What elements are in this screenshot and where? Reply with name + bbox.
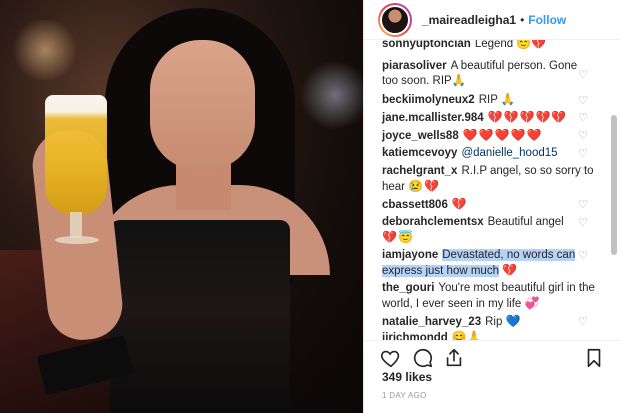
comment-emoji: 💔💔💔💔💔 xyxy=(487,110,568,124)
comment-emoji: 🙏 xyxy=(451,75,467,87)
comment-item: beckiimolyneux2 RIP 🙏 xyxy=(382,93,596,108)
comment-username[interactable]: jane.mcallister.984 xyxy=(382,112,484,124)
post-sidebar: _maireadleigha1 • Follow sonnyuptoncian L… xyxy=(363,0,620,413)
comment-text: RIP xyxy=(478,94,498,106)
comment-emoji: 💞 xyxy=(524,296,540,310)
face xyxy=(150,40,255,170)
follow-button[interactable]: Follow xyxy=(528,13,566,27)
comment-item: sonnyuptoncian Legend 😇💔 xyxy=(382,40,596,52)
comment-username[interactable]: katiemcevoyy xyxy=(382,147,457,159)
comment-like-icon[interactable]: ♡ xyxy=(577,95,589,107)
comment-emoji: 💙 xyxy=(505,314,521,328)
comment-like-icon[interactable]: ♡ xyxy=(577,130,589,142)
comment-item: jane.mcallister.984 💔💔💔💔💔 xyxy=(382,110,596,126)
comment-like-icon[interactable]: ♡ xyxy=(577,69,589,81)
beer-glass-base xyxy=(55,236,99,244)
background-light xyxy=(300,60,363,130)
comment-emoji: 🙏 xyxy=(500,94,516,106)
comment-item: rachelgrant_x R.I.P angel, so so sorry to… xyxy=(382,164,596,195)
comment-username[interactable]: piarasoliver xyxy=(382,60,447,72)
comment-item: iamjayone Devastated, no words can expres… xyxy=(382,248,596,279)
comment-emoji: 💔😇 xyxy=(382,230,414,244)
comment-emoji: 😊🙏 xyxy=(451,330,482,340)
post-actions: 349 likes 1 DAY AGO xyxy=(364,340,620,413)
comments-scrollbar-thumb[interactable] xyxy=(611,115,617,255)
comment-like-icon[interactable]: ♡ xyxy=(577,199,589,211)
comment-username[interactable]: iamjayone xyxy=(382,249,438,261)
comment-item: natalie_harvey_23 Rip 💙 xyxy=(382,314,596,330)
comment-item: piarasoliver A beautiful person. Gone too… xyxy=(382,59,596,89)
comment-emoji: 💔 xyxy=(502,263,519,277)
comment-emoji: ❤️❤️❤️❤️❤️ xyxy=(462,128,543,142)
comment-username[interactable]: sonnyuptoncian xyxy=(382,40,471,50)
background-light xyxy=(10,20,80,80)
comment-mention[interactable]: @danielle_hood15 xyxy=(461,147,557,159)
share-icon[interactable] xyxy=(443,347,465,369)
separator-dot: • xyxy=(520,12,525,27)
comment-text: Legend xyxy=(474,40,514,50)
comment-item: katiemcevoyy @danielle_hood15 xyxy=(382,146,596,161)
comment-text: Beautiful angel xyxy=(487,216,564,228)
comment-text: Rip xyxy=(485,316,503,328)
comment-emoji: 😢💔 xyxy=(408,179,441,193)
comment-username[interactable]: beckiimolyneux2 xyxy=(382,94,475,106)
comment-username[interactable]: rachelgrant_x xyxy=(382,165,457,177)
comment-username[interactable]: the_gouri xyxy=(382,282,434,294)
comment-item: deborahclementsx Beautiful angel 💔😇 xyxy=(382,215,596,246)
avatar-image xyxy=(380,4,410,35)
post-header: _maireadleigha1 • Follow xyxy=(364,0,620,40)
comment-item: the_gouri You're most beautiful girl in t… xyxy=(382,281,596,312)
avatar[interactable] xyxy=(378,2,412,37)
dress xyxy=(110,220,290,413)
comment-like-icon[interactable]: ♡ xyxy=(577,250,589,262)
comment-item: joyce_wells88 ❤️❤️❤️❤️❤️ xyxy=(382,128,596,144)
beer-glass-stem xyxy=(70,212,82,238)
comment-like-icon[interactable]: ♡ xyxy=(577,283,589,295)
comment-like-icon[interactable]: ♡ xyxy=(577,148,589,160)
likes-count[interactable]: 349 likes xyxy=(382,370,432,384)
comment-username[interactable]: natalie_harvey_23 xyxy=(382,316,481,328)
comment-emoji: 😇💔 xyxy=(516,40,547,50)
comment-emoji: 💔 xyxy=(451,197,468,211)
comment-username[interactable]: cbassett806 xyxy=(382,199,448,211)
comments-list[interactable]: sonnyuptoncian Legend 😇💔 piarasoliver A be… xyxy=(364,40,620,340)
heart-outline-icon[interactable] xyxy=(380,347,402,369)
beer-glass xyxy=(45,95,107,215)
comment-username[interactable]: deborahclementsx xyxy=(382,216,484,228)
bookmark-icon[interactable] xyxy=(583,347,605,369)
comment-like-icon[interactable]: ♡ xyxy=(577,166,589,178)
comment-like-icon[interactable]: ♡ xyxy=(577,217,589,229)
comment-like-icon[interactable]: ♡ xyxy=(577,316,589,328)
comment-username[interactable]: jjrichmondd xyxy=(382,332,448,340)
post-timestamp: 1 DAY AGO xyxy=(382,391,427,400)
post-photo[interactable] xyxy=(0,0,363,413)
comment-item: jjrichmondd 😊🙏 xyxy=(382,330,596,340)
comment-bubble-icon[interactable] xyxy=(412,347,434,369)
comment-like-icon[interactable]: ♡ xyxy=(577,112,589,124)
comment-item: cbassett806 💔 xyxy=(382,197,596,213)
username-link[interactable]: _maireadleigha1 xyxy=(422,13,516,27)
comment-username[interactable]: joyce_wells88 xyxy=(382,130,459,142)
